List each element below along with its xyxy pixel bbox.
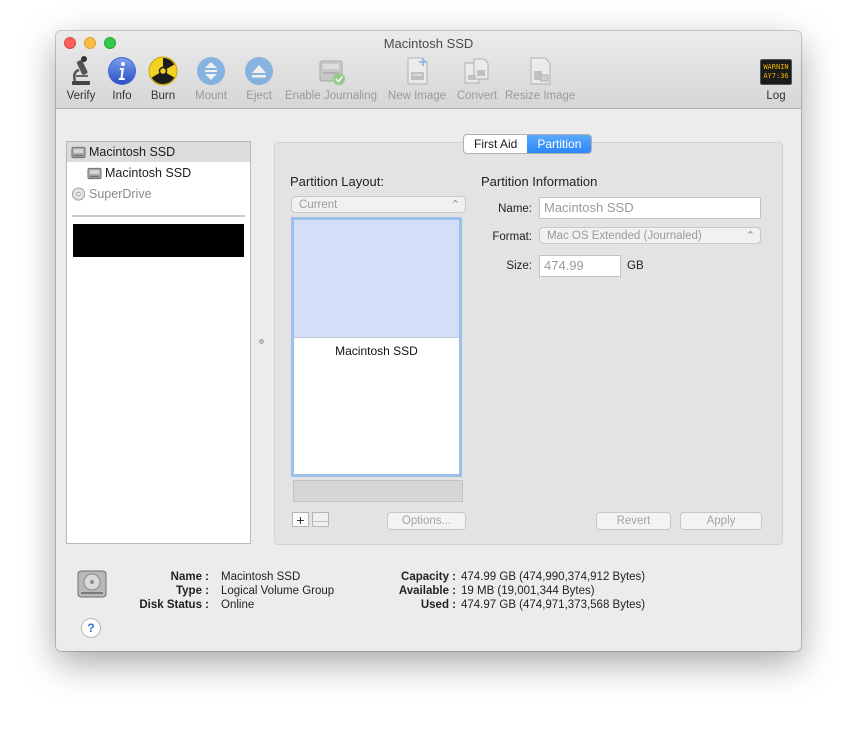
format-value: Mac OS Extended (Journaled) [547, 230, 702, 242]
info-capacity-label: Capacity : [401, 571, 456, 583]
hard-disk-icon [77, 570, 107, 598]
info-type-value: Logical Volume Group [221, 585, 335, 597]
burn-label: Burn [150, 90, 176, 102]
info-used-label: Used : [420, 599, 456, 611]
sidebar-item-label: SuperDrive [89, 187, 152, 201]
disk-utility-window: Macintosh SSD Verify Info Burn Mount Eje… [56, 31, 801, 651]
log-label: Log [766, 90, 786, 102]
partition-layout-heading: Partition Layout: [290, 174, 384, 189]
volume-disk-icon [87, 167, 102, 180]
info-available-label: Available : [398, 585, 456, 597]
format-field-label: Format: [492, 231, 532, 243]
log-console-icon: WARNIN AY7:36 [760, 59, 792, 85]
info-name-label: Name : [170, 571, 209, 583]
radiation-icon [148, 56, 178, 86]
titlebar: Macintosh SSD Verify Info Burn Mount Eje… [56, 31, 801, 109]
tab-partition[interactable]: Partition [527, 135, 592, 153]
mount-label: Mount [195, 90, 227, 102]
window-title: Macintosh SSD [383, 36, 474, 51]
help-button[interactable]: ? [81, 618, 101, 638]
partition-layout-value: Current [299, 199, 338, 211]
convert-icon [464, 58, 489, 84]
partition-name-field[interactable]: Macintosh SSD [539, 197, 761, 219]
apply-button[interactable]: Apply [680, 512, 762, 530]
convert-label: Convert [456, 90, 498, 102]
remove-partition-button[interactable]: — [312, 512, 329, 527]
info-used-value: 474.97 GB (474,971,373,568 Bytes) [461, 599, 646, 611]
mount-icon [197, 57, 225, 85]
info-name-value: Macintosh SSD [221, 571, 301, 583]
info-disk-status-label: Disk Status : [139, 599, 209, 611]
size-unit-label: GB [627, 260, 644, 272]
log-icon-line-1: WARNIN [763, 63, 789, 71]
disk-list-sidebar: Macintosh SSD Macintosh SSD SuperDrive [66, 141, 251, 544]
verify-label: Verify [66, 90, 96, 102]
free-space-region[interactable] [294, 220, 459, 338]
name-field-label: Name: [498, 203, 532, 215]
info-disk-status-value: Online [221, 599, 255, 611]
partition-information-heading: Partition Information [481, 174, 598, 189]
sidebar-item-superdrive[interactable]: SuperDrive [67, 184, 250, 204]
tab-bar: First Aid Partition [463, 134, 593, 154]
info-capacity-value: 474.99 GB (474,990,374,912 Bytes) [461, 571, 646, 583]
format-popup[interactable]: Mac OS Extended (Journaled) ⌃ [539, 227, 761, 244]
new-image-icon [407, 57, 428, 85]
sidebar-item-label: Macintosh SSD [105, 166, 192, 180]
add-partition-button[interactable]: + [292, 512, 309, 527]
partition-layout-map[interactable]: Macintosh SSD [291, 217, 462, 477]
internal-disk-icon [71, 146, 86, 159]
partition-resize-strip [293, 480, 463, 502]
partition-size-field[interactable]: 474.99 [539, 255, 621, 277]
info-label: Info [112, 90, 132, 102]
resize-image-icon [530, 57, 551, 85]
info-icon [108, 57, 136, 85]
size-field-label: Size: [506, 260, 532, 272]
info-type-label: Type : [175, 585, 209, 597]
split-view-handle[interactable] [259, 339, 264, 344]
enable-journaling-label: Enable Journaling [284, 90, 378, 102]
eject-icon [245, 57, 273, 85]
redacted-block [73, 224, 244, 257]
resize-image-label: Resize Image [505, 90, 576, 102]
eject-label: Eject [246, 90, 272, 102]
sidebar-item-label: Macintosh SSD [89, 145, 176, 159]
revert-button[interactable]: Revert [596, 512, 671, 530]
microscope-icon [72, 56, 90, 85]
sidebar-separator [72, 215, 245, 217]
partition-block-label: Macintosh SSD [335, 344, 418, 358]
info-available-value: 19 MB (19,001,344 Bytes) [461, 585, 595, 597]
journaling-disk-icon [319, 60, 345, 85]
popup-arrows-icon: ⌃ [745, 230, 755, 242]
log-icon-line-2: AY7:36 [763, 72, 789, 80]
optical-disc-icon [71, 187, 86, 201]
tab-first-aid[interactable]: First Aid [464, 135, 527, 153]
popup-arrows-icon: ⌃ [450, 199, 460, 211]
sidebar-item-macintosh-ssd-disk[interactable]: Macintosh SSD [67, 142, 250, 162]
options-button[interactable]: Options... [387, 512, 466, 530]
sidebar-item-macintosh-ssd-volume[interactable]: Macintosh SSD [67, 163, 250, 183]
partition-layout-popup[interactable]: Current ⌃ [291, 196, 466, 213]
new-image-label: New Image [387, 90, 447, 102]
